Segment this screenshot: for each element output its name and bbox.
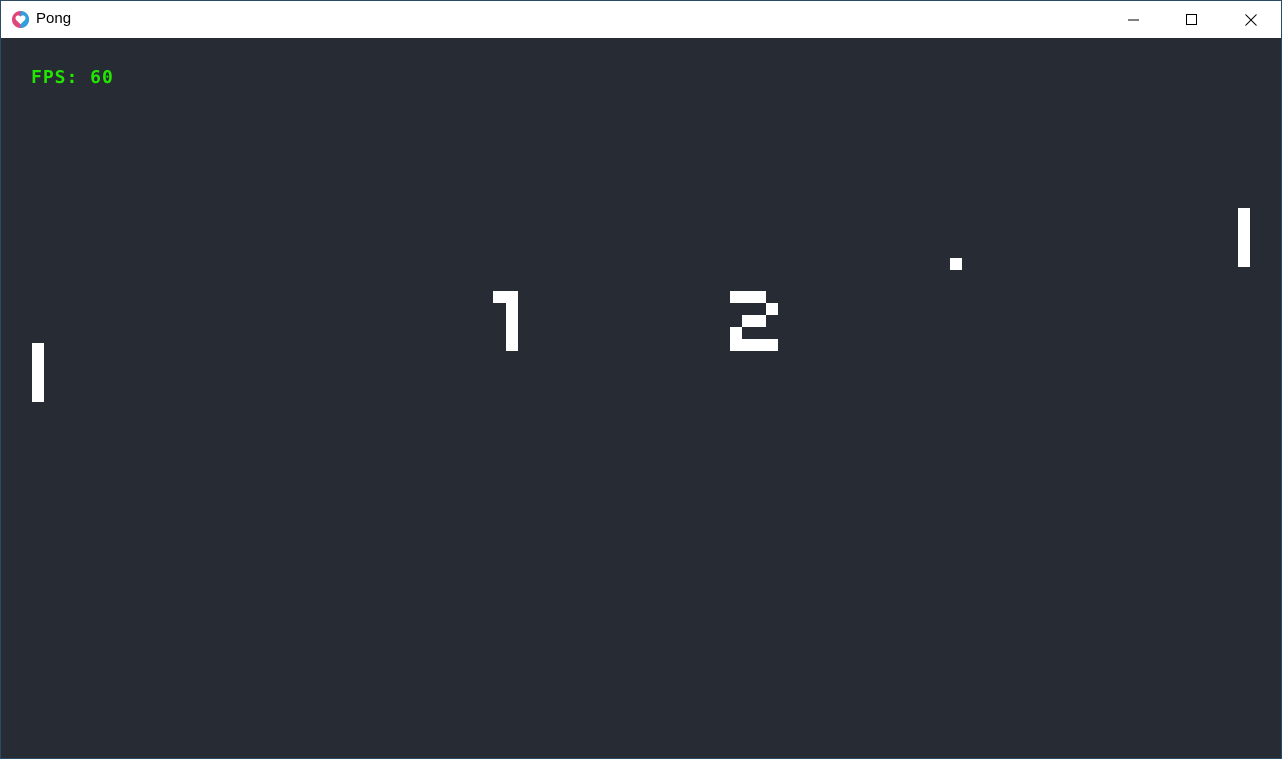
maximize-icon	[1186, 13, 1197, 25]
right-paddle	[1238, 208, 1250, 267]
close-icon	[1245, 13, 1257, 26]
ball	[950, 258, 962, 270]
right-score: 2	[730, 291, 778, 355]
game-canvas[interactable]: FPS: 60 1 2	[1, 38, 1281, 758]
fps-counter: FPS: 60	[31, 67, 114, 88]
left-paddle	[32, 343, 44, 402]
maximize-button[interactable]	[1163, 1, 1221, 38]
pong-window: Pong FPS: 60 1	[0, 0, 1282, 759]
left-score: 1	[491, 291, 521, 355]
close-button[interactable]	[1222, 1, 1280, 38]
right-score-digit	[730, 291, 778, 351]
window-title: Pong	[36, 10, 72, 27]
app-heart-icon	[11, 10, 30, 29]
minimize-icon	[1128, 19, 1139, 20]
title-bar[interactable]: Pong	[1, 1, 1281, 38]
minimize-button[interactable]	[1105, 1, 1163, 38]
left-score-digit	[493, 291, 518, 351]
